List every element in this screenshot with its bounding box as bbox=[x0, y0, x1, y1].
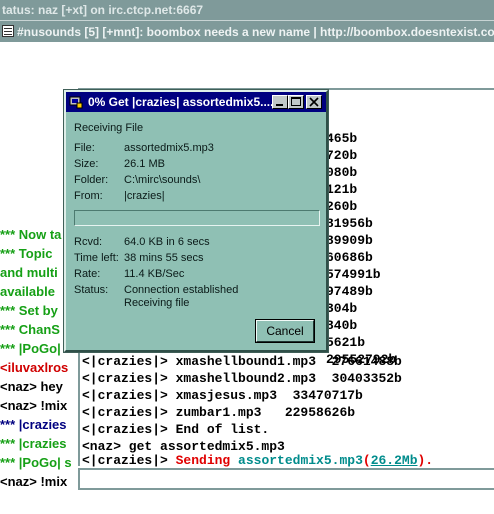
sending-nick: <|crazies|> bbox=[82, 453, 176, 468]
cancel-button[interactable]: Cancel bbox=[256, 320, 314, 342]
sending-filename: assortedmix5.mp3 bbox=[238, 453, 363, 468]
chat-line: <|crazies|> End of list. bbox=[82, 422, 270, 437]
minimize-icon bbox=[276, 104, 283, 106]
maximize-icon bbox=[291, 97, 301, 106]
sending-close-paren: ). bbox=[417, 453, 434, 468]
chat-input[interactable] bbox=[78, 468, 494, 490]
from-label: From: bbox=[74, 190, 103, 202]
file-label: File: bbox=[74, 142, 95, 154]
transfer-progress-bar bbox=[74, 210, 320, 226]
chat-line-fragment: *** |crazies bbox=[0, 436, 67, 451]
chat-line-fragment: <iluvaxlros bbox=[0, 360, 69, 375]
folder-value: C:\mirc\sounds\ bbox=[124, 174, 201, 186]
dialog-heading: Receiving File bbox=[74, 122, 144, 134]
minimize-button[interactable] bbox=[272, 95, 288, 109]
chat-line-tail: 840b bbox=[326, 318, 358, 333]
channel-window-title: #nusounds [5] [+mnt]: boombox needs a ne… bbox=[17, 25, 494, 39]
size-value: 26.1 MB bbox=[124, 158, 165, 170]
chat-line-tail: 720b bbox=[326, 148, 358, 163]
chat-line-sending: <|crazies|> Sending assortedmix5.mp3(26.… bbox=[82, 452, 433, 469]
status-value-line1: Connection established bbox=[124, 284, 239, 296]
timeleft-label: Time left: bbox=[74, 252, 119, 264]
size-label: Size: bbox=[74, 158, 99, 170]
status-value-line2: Receiving file bbox=[124, 297, 190, 309]
chat-line-fragment: <naz> hey bbox=[0, 379, 63, 394]
dcc-get-dialog: 0% Get |crazies| assortedmix5.... Receiv… bbox=[63, 89, 329, 353]
chat-line-tail: 60686b bbox=[326, 250, 373, 265]
maximize-button[interactable] bbox=[288, 95, 304, 109]
chat-line-tail: 260b bbox=[326, 199, 358, 214]
folder-label: Folder: bbox=[74, 174, 109, 186]
timeleft-value: 38 mins 55 secs bbox=[124, 252, 204, 264]
chat-line-fragment: *** |PoGo| s bbox=[0, 455, 72, 470]
chat-line-tail: 5621b bbox=[326, 335, 366, 350]
close-icon bbox=[309, 97, 319, 107]
from-value: |crazies| bbox=[124, 190, 165, 202]
mirc-dialog-icon[interactable] bbox=[69, 95, 83, 109]
rate-label: Rate: bbox=[74, 268, 101, 280]
chat-line-tail: 121b bbox=[326, 182, 358, 197]
close-button[interactable] bbox=[306, 95, 322, 109]
status-label: Status: bbox=[74, 284, 109, 296]
chat-line-tail: 080b bbox=[326, 165, 358, 180]
sending-filesize-link[interactable]: 26.2Mb bbox=[371, 453, 418, 468]
chat-line: <|crazies|> xmashellbound2.mp3 30403352b bbox=[82, 371, 402, 386]
chat-line-fragment: <naz> !mix bbox=[0, 474, 68, 489]
chat-line-tail: 81956b bbox=[326, 216, 373, 231]
chat-line-tail: 97489b bbox=[326, 284, 373, 299]
chat-line-tail: 304b bbox=[326, 301, 358, 316]
dialog-title: 0% Get |crazies| assortedmix5.... bbox=[88, 95, 274, 109]
chat-line: <|crazies|> xmasjesus.mp3 33470717b bbox=[82, 388, 363, 403]
chat-line-tail: 574991b bbox=[326, 267, 381, 282]
chat-line-fragment: <naz> !mix bbox=[0, 398, 68, 413]
file-value: assortedmix5.mp3 bbox=[124, 142, 214, 154]
sending-verb: Sending bbox=[175, 453, 231, 468]
chat-line-tail: 89909b bbox=[326, 233, 373, 248]
dialog-titlebar[interactable]: 0% Get |crazies| assortedmix5.... bbox=[66, 92, 326, 112]
sending-open-paren: ( bbox=[362, 453, 371, 468]
chat-line-tail: 465b bbox=[326, 131, 358, 146]
rcvd-value: 64.0 KB in 6 secs bbox=[124, 236, 210, 248]
chat-line: <|crazies|> zumbar1.mp3 22958626b bbox=[82, 405, 356, 420]
rate-value: 11.4 KB/Sec bbox=[124, 268, 185, 280]
rcvd-label: Rcvd: bbox=[74, 236, 103, 248]
chat-line: <|crazies|> xmashellbound1.mp3 27661488b bbox=[82, 354, 402, 369]
chat-line-fragment: *** |crazies bbox=[0, 417, 67, 432]
